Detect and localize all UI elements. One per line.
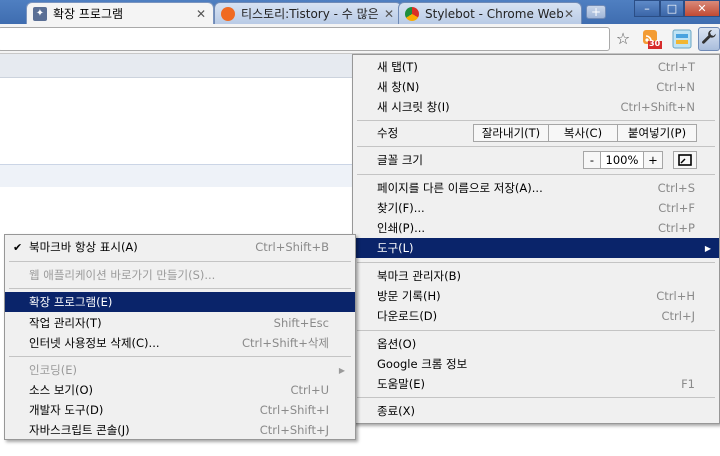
divider — [357, 330, 715, 331]
divider — [9, 261, 351, 262]
menu-item-task-manager[interactable]: 작업 관리자(T) Shift+Esc — [5, 313, 355, 333]
menu-item-clear-browsing-data[interactable]: 인터넷 사용정보 삭제(C)... Ctrl+Shift+삭제 — [5, 333, 355, 353]
maximize-button[interactable]: □ — [660, 0, 684, 17]
close-icon[interactable]: ✕ — [563, 7, 575, 21]
copy-button[interactable]: 복사(C) — [548, 124, 618, 142]
zoom-level: 100% — [600, 151, 644, 169]
menu-item-help[interactable]: 도움말(E) F1 — [353, 374, 719, 394]
tab-title: 티스토리:Tistory - 수 많은 — [241, 7, 379, 21]
menu-item-extensions[interactable]: 확장 프로그램(E) — [5, 292, 355, 312]
tab-title: 확장 프로그램 — [53, 7, 124, 21]
divider — [357, 174, 715, 175]
menu-item-print[interactable]: 인쇄(P)... Ctrl+P — [353, 218, 719, 238]
close-window-button[interactable]: ✕ — [684, 0, 720, 17]
divider — [357, 120, 715, 121]
menu-item-exit[interactable]: 종료(X) — [353, 401, 719, 421]
menu-item-create-shortcuts[interactable]: 웹 애플리케이션 바로가기 만들기(S)... — [5, 265, 355, 285]
divider — [357, 146, 715, 147]
menu-item-view-source[interactable]: 소스 보기(O) Ctrl+U — [5, 380, 355, 400]
stylebot-icon[interactable] — [672, 29, 692, 49]
paste-button[interactable]: 붙여넣기(P) — [617, 124, 697, 142]
menu-item-developer-tools[interactable]: 개발자 도구(D) Ctrl+Shift+I — [5, 400, 355, 420]
menu-item-javascript-console[interactable]: 자바스크립트 콘솔(J) Ctrl+Shift+J — [5, 420, 355, 440]
menu-item-about[interactable]: Google 크롬 정보 — [353, 354, 719, 374]
new-tab-button[interactable]: + — [586, 5, 606, 19]
close-icon[interactable]: ✕ — [383, 7, 395, 21]
zoom-out-button[interactable]: - — [583, 151, 601, 169]
menu-row-edit: 수정 잘라내기(T) 복사(C) 붙여넣기(P) — [353, 123, 719, 143]
star-icon[interactable]: ☆ — [613, 29, 633, 49]
menu-item-new-tab[interactable]: 새 탭(T) Ctrl+T — [353, 57, 719, 77]
tools-submenu: ✔ 북마크바 항상 표시(A) Ctrl+Shift+B 웹 애플리케이션 바로… — [4, 234, 356, 440]
menu-item-options[interactable]: 옵션(O) — [353, 334, 719, 354]
menu-item-always-show-bookmarks[interactable]: ✔ 북마크바 항상 표시(A) Ctrl+Shift+B — [5, 237, 355, 257]
tab-extensions[interactable]: ✦ 확장 프로그램 ✕ — [26, 2, 214, 24]
cut-button[interactable]: 잘라내기(T) — [473, 124, 549, 142]
chevron-right-icon: ▶ — [704, 243, 711, 253]
tab-tistory[interactable]: 티스토리:Tistory - 수 많은 ✕ — [214, 2, 402, 24]
menu-item-tools[interactable]: 도구(L) ▶ — [353, 238, 719, 258]
divider — [357, 262, 715, 263]
tab-strip: ✦ 확장 프로그램 ✕ 티스토리:Tistory - 수 많은 ✕ Styleb… — [0, 0, 720, 24]
menu-item-new-window[interactable]: 새 창(N) Ctrl+N — [353, 77, 719, 97]
menu-item-encoding[interactable]: 인코딩(E) ▶ — [5, 360, 355, 380]
tab-title: Stylebot - Chrome Web Sto — [425, 6, 563, 21]
minimize-button[interactable]: – — [634, 0, 660, 17]
check-icon: ✔ — [13, 240, 23, 254]
zoom-in-button[interactable]: + — [643, 151, 663, 169]
puzzle-icon: ✦ — [33, 6, 47, 21]
extension-badge: 30 — [649, 39, 661, 48]
wrench-menu: 새 탭(T) Ctrl+T 새 창(N) Ctrl+N 새 시크릿 창(I) C… — [352, 54, 720, 424]
menu-item-downloads[interactable]: 다운로드(D) Ctrl+J — [353, 306, 719, 326]
close-icon[interactable]: ✕ — [195, 7, 207, 21]
chevron-right-icon: ▶ — [338, 365, 345, 375]
menu-row-zoom: 글꼴 크기 - 100% + — [353, 150, 719, 170]
toolbar: ☆ 30 — [0, 24, 720, 54]
tistory-icon — [221, 6, 235, 21]
wrench-icon[interactable] — [698, 27, 720, 51]
fullscreen-icon[interactable] — [673, 151, 697, 169]
chrome-icon — [405, 6, 419, 21]
menu-item-incognito[interactable]: 새 시크릿 창(I) Ctrl+Shift+N — [353, 97, 719, 117]
menu-item-find[interactable]: 찾기(F)... Ctrl+F — [353, 198, 719, 218]
address-bar[interactable] — [0, 27, 610, 51]
menu-item-bookmark-manager[interactable]: 북마크 관리자(B) — [353, 266, 719, 286]
divider — [357, 397, 715, 398]
rss-extension-icon[interactable]: 30 — [642, 29, 662, 49]
divider — [9, 356, 351, 357]
menu-item-save-as[interactable]: 페이지를 다른 이름으로 저장(A)... Ctrl+S — [353, 178, 719, 198]
divider — [9, 288, 351, 289]
menu-item-history[interactable]: 방문 기록(H) Ctrl+H — [353, 286, 719, 306]
tab-stylebot[interactable]: Stylebot - Chrome Web Sto ✕ — [398, 2, 582, 24]
